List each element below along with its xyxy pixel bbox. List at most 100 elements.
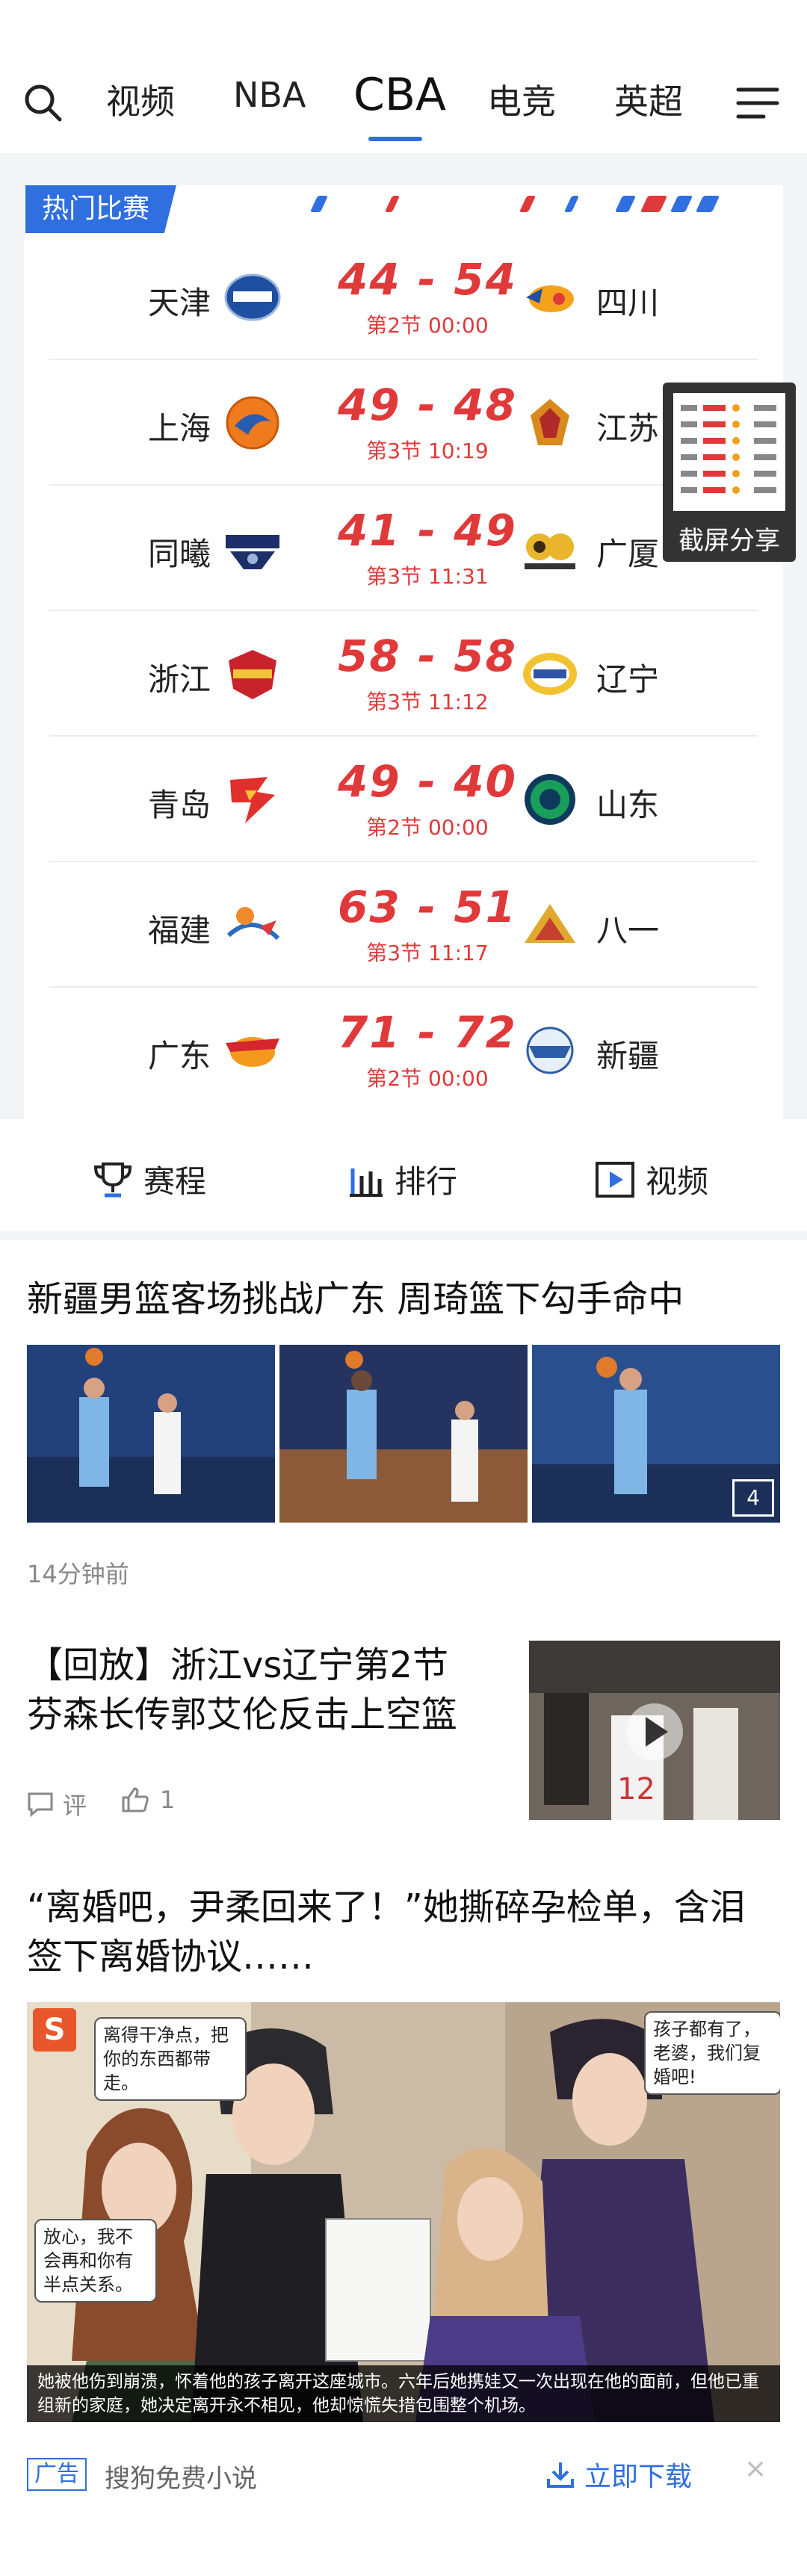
ad-caption: 她被他伤到崩溃，怀着他的孩子离开这座城市。六年后她携娃又一次出现在他的面前，但他… xyxy=(27,2365,780,2422)
comment-button[interactable]: 评 xyxy=(27,1787,87,1821)
game-row[interactable]: 广东 71 - 72 第2节 00:00 新疆 xyxy=(24,988,783,1113)
game-period: 第3节 10:19 xyxy=(366,439,489,463)
active-tab-indicator xyxy=(368,137,422,141)
game-period: 第2节 00:00 xyxy=(366,313,489,338)
team-logo-tongxi xyxy=(226,535,279,569)
video-thumbnail[interactable]: 12 xyxy=(529,1641,780,1820)
score: 41 - 49 xyxy=(338,505,517,556)
game-period: 第3节 11:12 xyxy=(366,690,489,714)
article-title[interactable]: 新疆男篮客场挑战广东 周琦篮下勾手命中 xyxy=(27,1275,684,1324)
home-team-name: 天津 xyxy=(148,285,211,321)
screenshot-share-button[interactable]: 截屏分享 xyxy=(663,383,796,562)
away-team-name: 广厦 xyxy=(596,536,660,572)
ad-title-line1[interactable]: “离婚吧，尹柔回来了！”她撕碎孕检单，含泪 xyxy=(27,1883,746,1932)
team-logo-tianjin xyxy=(224,273,281,321)
score: 58 - 58 xyxy=(338,631,517,681)
score: 49 - 48 xyxy=(338,380,517,430)
ranking-shortcut[interactable]: 排行 xyxy=(347,1157,457,1202)
comment-icon xyxy=(28,1792,53,1817)
away-team-name: 四川 xyxy=(596,285,660,321)
screenshot-share-label: 截屏分享 xyxy=(678,526,780,556)
trophy-icon xyxy=(93,1162,132,1197)
team-logo-sichuan xyxy=(526,285,574,312)
home-team-name: 青岛 xyxy=(148,787,211,823)
like-button[interactable]: 1 xyxy=(121,1786,175,1814)
away-team-name: 新疆 xyxy=(596,1038,660,1074)
score: 44 - 54 xyxy=(338,254,517,305)
home-team-name: 浙江 xyxy=(148,661,211,698)
menu-icon[interactable] xyxy=(735,85,780,121)
game-period: 第2节 00:00 xyxy=(366,1066,489,1091)
ad-source: 搜狗免费小说 xyxy=(105,2464,257,2494)
hot-games-label: 热门比赛 xyxy=(25,185,177,233)
team-logo-fujian xyxy=(226,907,280,941)
game-row[interactable]: 青岛 49 - 40 第2节 00:00 山东 xyxy=(24,737,783,862)
tab-premier-league[interactable]: 英超 xyxy=(614,75,683,124)
team-logo-jiangsu xyxy=(531,399,569,445)
app-badge: S xyxy=(33,2008,76,2052)
team-logo-guangsha xyxy=(525,533,575,569)
home-team-name: 广东 xyxy=(148,1038,211,1074)
article-title-line1[interactable]: 【回放】浙江vs辽宁第2节 xyxy=(27,1641,448,1690)
home-team-name: 上海 xyxy=(148,410,211,447)
download-button[interactable]: 立即下载 xyxy=(545,2455,692,2494)
shortcut-bar: 赛程 排行 视频 xyxy=(0,1119,807,1231)
team-logo-liaoning xyxy=(523,653,577,695)
close-icon[interactable]: × xyxy=(744,2453,767,2484)
away-team-name: 八一 xyxy=(596,912,660,949)
home-team-name: 同曦 xyxy=(148,536,211,572)
away-team-name: 山东 xyxy=(596,787,660,823)
team-logo-shanghai xyxy=(226,396,279,450)
ad-title-line2[interactable]: 签下离婚协议…… xyxy=(27,1932,314,1981)
tab-nba[interactable]: NBA xyxy=(233,75,306,115)
game-period: 第3节 11:31 xyxy=(366,564,489,589)
team-logo-shandong xyxy=(525,774,575,825)
bar-chart-icon xyxy=(350,1168,383,1197)
team-logo-guangdong xyxy=(226,1037,279,1067)
video-shortcut[interactable]: 视频 xyxy=(595,1157,708,1202)
tab-cba[interactable]: CBA xyxy=(353,69,446,121)
tab-video[interactable]: 视频 xyxy=(106,75,175,124)
score: 49 - 40 xyxy=(338,756,517,807)
score: 63 - 51 xyxy=(338,882,517,932)
like-count: 1 xyxy=(160,1786,176,1814)
search-icon[interactable] xyxy=(22,82,63,123)
ad-tag: 广告 xyxy=(27,2458,87,2491)
team-logo-xinjiang xyxy=(526,1027,574,1074)
game-period: 第2节 00:00 xyxy=(366,815,489,840)
tab-esports[interactable]: 电竞 xyxy=(487,75,556,124)
top-nav: 视频 NBA CBA 电竞 英超 xyxy=(0,0,807,153)
game-row[interactable]: 浙江 58 - 58 第3节 11:12 辽宁 xyxy=(24,611,783,737)
article-photo[interactable] xyxy=(279,1345,528,1523)
game-period: 第3节 11:17 xyxy=(366,941,489,965)
team-logo-zhejiang xyxy=(229,650,276,699)
ad-image[interactable]: S 离得干净点，把你的东西都带走。 孩子都有了，老婆，我们复婚吧! 放心，我不会… xyxy=(27,2002,780,2422)
play-icon xyxy=(596,1161,634,1198)
team-logo-bayi xyxy=(525,904,575,943)
ranking-label: 排行 xyxy=(395,1163,458,1200)
speech-bubble: 孩子都有了，老婆，我们复婚吧! xyxy=(644,2011,780,2095)
download-icon xyxy=(547,2462,574,2488)
away-team-name: 辽宁 xyxy=(596,661,660,698)
game-row[interactable]: 天津 44 - 54 第2节 00:00 四川 xyxy=(24,235,783,360)
jersey-number: 12 xyxy=(617,1772,655,1806)
screenshot-thumbnail xyxy=(673,393,785,511)
thumbs-up-icon xyxy=(122,1787,149,1812)
score: 71 - 72 xyxy=(338,1007,517,1058)
photo-count-badge: 4 xyxy=(732,1479,774,1517)
speech-bubble: 离得干净点，把你的东西都带走。 xyxy=(94,2017,247,2101)
article-photo[interactable]: 4 xyxy=(532,1345,780,1523)
speech-bubble: 放心，我不会再和你有半点关系。 xyxy=(34,2219,157,2303)
article-photo[interactable] xyxy=(27,1345,275,1523)
team-logo-qingdao xyxy=(230,777,275,823)
comment-label: 评 xyxy=(63,1792,87,1820)
article-title-line2[interactable]: 芬森长传郭艾伦反击上空篮 xyxy=(27,1690,457,1739)
video-label: 视频 xyxy=(646,1163,709,1200)
home-team-name: 福建 xyxy=(148,912,211,949)
article-time: 14分钟前 xyxy=(27,1560,129,1588)
game-row[interactable]: 福建 63 - 51 第3节 11:17 八一 xyxy=(24,862,783,988)
download-label: 立即下载 xyxy=(584,2462,693,2492)
schedule-shortcut[interactable]: 赛程 xyxy=(93,1157,206,1202)
schedule-label: 赛程 xyxy=(143,1163,207,1200)
away-team-name: 江苏 xyxy=(596,410,660,447)
